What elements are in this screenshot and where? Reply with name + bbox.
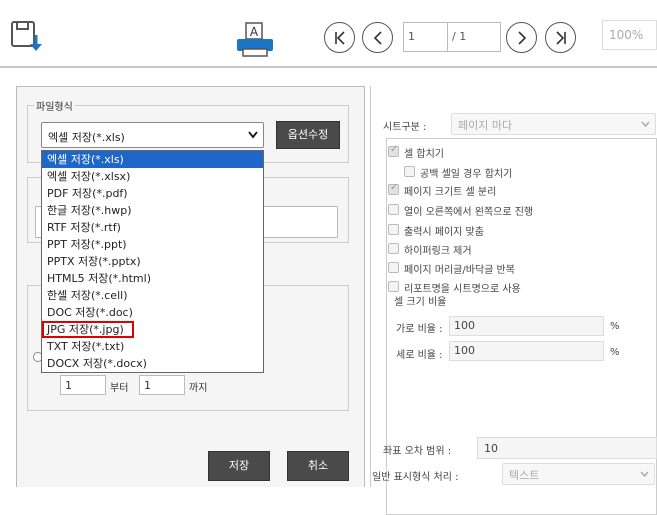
dropdown-option[interactable]: DOCX 저장(*.docx) xyxy=(42,355,263,372)
chevron-down-icon xyxy=(248,131,258,139)
height-ratio-label: 세로 비율 : xyxy=(396,350,443,361)
sheet-split-value: 페이지 마다 xyxy=(458,119,513,132)
cell-size-legend: 셀 크기 비율 xyxy=(392,293,449,308)
chevron-left-icon xyxy=(373,30,382,45)
svg-text:A: A xyxy=(250,25,259,39)
option-checkbox-label: 출력시 페이지 맞춤 xyxy=(404,227,484,238)
last-page-button[interactable] xyxy=(545,22,576,53)
chevron-right-icon xyxy=(517,30,526,45)
dropdown-option[interactable]: PPT 저장(*.ppt) xyxy=(42,236,263,253)
file-format-legend: 파일형식 xyxy=(34,98,75,113)
dropdown-option[interactable]: TXT 저장(*.txt) xyxy=(42,338,263,355)
cancel-button[interactable]: 취소 xyxy=(287,451,349,481)
option-checkbox[interactable] xyxy=(388,224,399,235)
format-dropdown-list[interactable]: 엑셀 저장(*.xls) 엑셀 저장(*.xlsx) PDF 저장(*.pdf) 한글… xyxy=(41,150,264,373)
sheet-split-label: 시트구분 : xyxy=(383,122,427,133)
range-to-input[interactable]: 1 xyxy=(139,375,185,395)
dropdown-option[interactable]: 한글 저장(*.hwp) xyxy=(42,202,263,219)
format-handling-value: 텍스트 xyxy=(509,469,540,482)
save-button[interactable]: 저장 xyxy=(208,451,270,481)
dropdown-option[interactable]: HTML5 저장(*.html) xyxy=(42,270,263,287)
option-checkbox[interactable] xyxy=(388,243,399,254)
option-checkbox[interactable] xyxy=(388,281,399,292)
toolbar: A 1 / 1 100% xyxy=(0,0,657,66)
option-checkbox[interactable] xyxy=(388,182,399,195)
option-checkbox[interactable] xyxy=(388,262,399,273)
export-download-icon[interactable] xyxy=(11,21,45,55)
format-handling-select[interactable]: 텍스트 xyxy=(502,463,655,485)
height-ratio-input[interactable]: 100 xyxy=(449,341,604,361)
first-page-icon xyxy=(334,30,345,45)
dropdown-option[interactable]: 엑셀 저장(*.xls) xyxy=(42,151,263,168)
coord-tolerance-input[interactable]: 10 xyxy=(477,437,657,459)
page-current-input[interactable]: 1 xyxy=(403,22,448,52)
option-checkbox-label: 페이지 머리글/바닥글 반복 xyxy=(404,265,515,276)
dropdown-option[interactable]: 한셀 저장(*.cell) xyxy=(42,287,263,304)
option-checkbox-label: 공백 셀일 경우 합치기 xyxy=(420,169,513,180)
print-icon[interactable]: A xyxy=(235,22,275,58)
option-checkbox-label: 하이퍼링크 제거 xyxy=(404,246,472,257)
width-ratio-input[interactable]: 100 xyxy=(449,316,604,336)
dropdown-option[interactable]: 엑셀 저장(*.xlsx) xyxy=(42,168,263,185)
options-edit-button[interactable]: 옵션수정 xyxy=(276,121,340,149)
next-page-button[interactable] xyxy=(506,22,537,53)
coord-tolerance-label: 좌표 오차 범위 : xyxy=(383,446,452,457)
option-checkbox[interactable] xyxy=(388,204,399,215)
option-checkbox-label: 셀 합치기 xyxy=(404,149,444,160)
height-ratio-unit: % xyxy=(610,347,620,358)
sheet-split-select[interactable]: 페이지 마다 xyxy=(451,113,656,135)
first-page-button[interactable] xyxy=(324,22,355,53)
dropdown-option[interactable]: PPTX 저장(*.pptx) xyxy=(42,253,263,270)
option-checkbox[interactable] xyxy=(404,166,415,177)
chevron-down-icon xyxy=(641,121,650,128)
option-checkbox-label: 페이지 크기트 셀 분리 xyxy=(404,187,497,198)
range-from-label: 부터 xyxy=(110,383,129,394)
option-checkbox[interactable] xyxy=(388,144,399,157)
zoom-field[interactable]: 100% xyxy=(602,20,657,50)
option-checkbox-label: 열이 오른쪽에서 왼쪽으로 진행 xyxy=(404,207,534,218)
toolbar-divider xyxy=(0,66,657,68)
page-total-field: / 1 xyxy=(448,22,501,52)
prev-page-button[interactable] xyxy=(362,22,393,53)
last-page-icon xyxy=(555,30,566,45)
range-to-label: 까지 xyxy=(189,383,208,394)
width-ratio-label: 가로 비율 : xyxy=(396,324,443,335)
format-handling-label: 일반 표시형식 처리 : xyxy=(372,472,459,483)
range-from-input[interactable]: 1 xyxy=(60,375,106,395)
format-select[interactable]: 엑셀 저장(*.xls) xyxy=(41,122,264,148)
dropdown-option[interactable]: DOC 저장(*.doc) xyxy=(42,304,263,321)
width-ratio-unit: % xyxy=(610,321,620,332)
dropdown-option[interactable]: RTF 저장(*.rtf) xyxy=(42,219,263,236)
format-select-value: 엑셀 저장(*.xls) xyxy=(48,131,125,144)
chevron-down-icon xyxy=(640,471,649,478)
dropdown-option[interactable]: JPG 저장(*.jpg) xyxy=(42,321,134,338)
dropdown-option[interactable]: PDF 저장(*.pdf) xyxy=(42,185,263,202)
